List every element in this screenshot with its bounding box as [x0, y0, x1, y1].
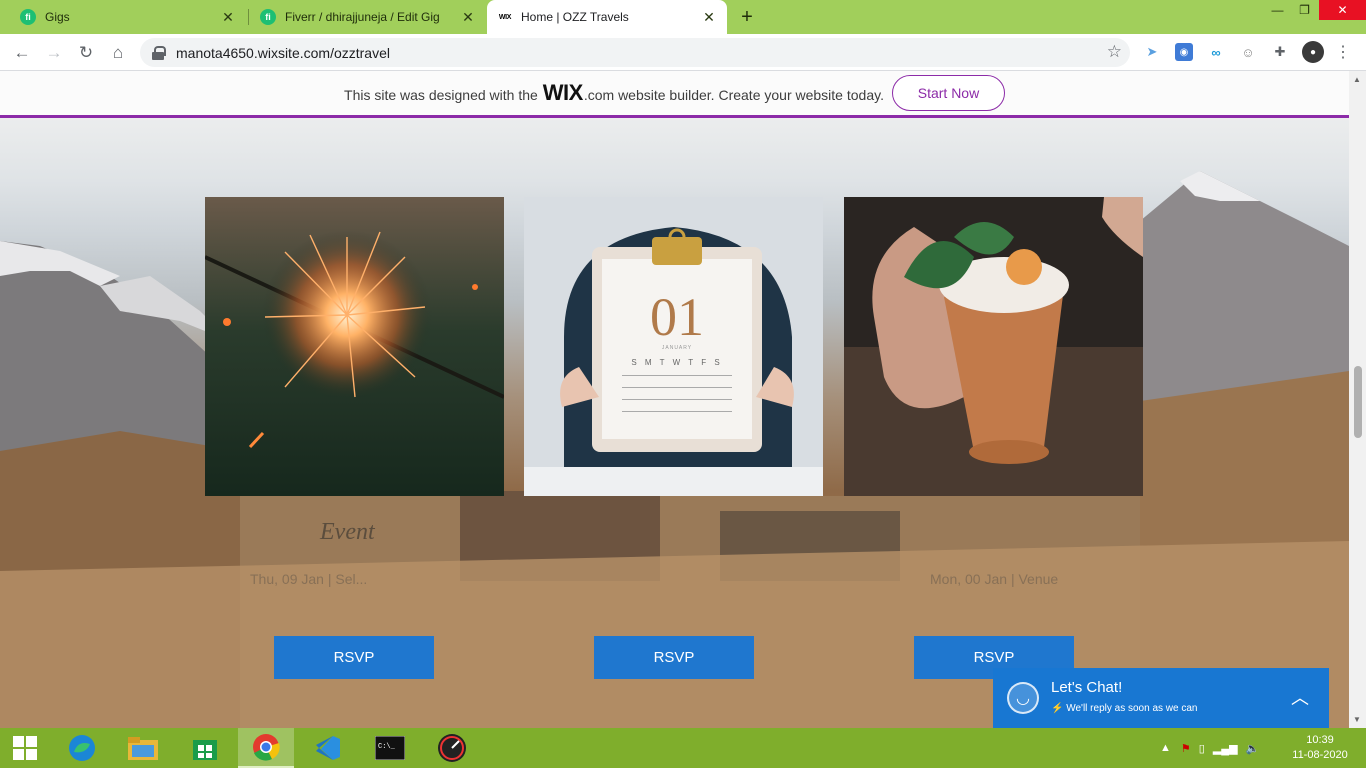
file-explorer-icon[interactable] [115, 728, 171, 768]
wpm-icon[interactable] [424, 728, 480, 768]
svg-text:C:\_: C:\_ [378, 743, 396, 751]
new-tab-button[interactable]: + [736, 6, 758, 28]
close-icon[interactable]: ✕ [701, 9, 717, 25]
clock-date: 11-08-2020 [1292, 749, 1348, 761]
event-image-sparkler[interactable] [205, 197, 504, 496]
chrome-icon[interactable] [238, 728, 294, 768]
calendar-photo: 01 JANUARY S M T W T F S [524, 197, 823, 496]
event-date: Thu, 09 Jan | Sel... [250, 571, 368, 587]
wix-promo-banner: This site was designed with the WIX .com… [0, 71, 1349, 118]
tab-fiverr-edit-gig[interactable]: fi Fiverr / dhirajjuneja / Edit Gig ✕ [250, 0, 486, 34]
cocktail-photo [844, 197, 1143, 496]
chevron-up-icon[interactable]: ︿ [1291, 684, 1309, 710]
signal-icon[interactable]: ▂▄▆ [1213, 742, 1238, 755]
scrollbar-thumb[interactable] [1354, 366, 1362, 438]
chat-subtitle: ⚡ We'll reply as soon as we can [1051, 703, 1197, 714]
address-bar[interactable]: manota4650.wixsite.com/ozztravel ☆ [140, 38, 1130, 67]
extensions-puzzle-icon[interactable]: ✚ [1271, 43, 1289, 61]
event-date: Mon, 00 Jan | Venue [930, 571, 1059, 587]
minimize-button[interactable]: — [1264, 0, 1291, 20]
store-icon[interactable] [177, 728, 233, 768]
reload-icon[interactable]: ↻ [74, 41, 98, 65]
send-extension-icon[interactable]: ➤ [1143, 43, 1161, 61]
browser-toolbar: ← → ↻ ⌂ manota4650.wixsite.com/ozztravel… [0, 34, 1366, 71]
start-now-button[interactable]: Start Now [891, 75, 1005, 111]
wix-promo-text-before: This site was designed with the [344, 87, 538, 103]
face-extension-icon[interactable]: ☺ [1239, 43, 1257, 61]
windows-start-icon[interactable] [0, 728, 50, 768]
scroll-up-arrow-icon[interactable]: ▲ [1353, 75, 1361, 84]
volume-icon[interactable]: 🔈 [1246, 742, 1260, 755]
close-icon[interactable]: ✕ [220, 9, 236, 25]
infinity-extension-icon[interactable]: ∞ [1207, 43, 1225, 61]
taskbar-clock[interactable]: 10:39 11-08-2020 [1290, 733, 1350, 763]
calendar-month: JANUARY [662, 345, 692, 351]
camera-extension-icon[interactable]: ◉ [1175, 43, 1193, 61]
network-error-icon[interactable]: ⚑ [1181, 742, 1191, 755]
menu-kebab-icon[interactable]: ⋮ [1334, 43, 1352, 61]
tab-label: Home | OZZ Travels [521, 10, 629, 24]
edge-icon[interactable] [54, 728, 110, 768]
wix-logo: WIX [542, 80, 584, 105]
tab-strip: fi Gigs ✕ fi Fiverr / dhirajjuneja / Edi… [0, 0, 1366, 34]
tab-divider [248, 9, 249, 25]
restore-button[interactable]: ❐ [1291, 0, 1318, 20]
window-close-button[interactable]: ✕ [1319, 0, 1366, 20]
scroll-down-arrow-icon[interactable]: ▼ [1353, 715, 1361, 724]
cmd-icon[interactable]: C:\_ [362, 728, 418, 768]
lock-icon [152, 45, 166, 60]
rsvp-button[interactable]: RSVP [594, 636, 754, 679]
rsvp-button[interactable]: RSVP [274, 636, 434, 679]
lightning-icon: ⚡ [1051, 703, 1067, 714]
back-arrow-icon[interactable]: ← [10, 41, 34, 65]
chat-widget[interactable]: ◡ Let's Chat! ⚡ We'll reply as soon as w… [993, 668, 1329, 728]
vscode-icon[interactable] [300, 728, 356, 768]
fiverr-icon: fi [20, 9, 36, 25]
url-text: manota4650.wixsite.com/ozztravel [176, 44, 390, 61]
page-viewport: This site was designed with the WIX .com… [0, 71, 1349, 728]
wix-promo-text-after: .com website builder. Create your websit… [583, 87, 884, 103]
event-title: Event [320, 519, 375, 545]
tab-gigs[interactable]: fi Gigs ✕ [10, 0, 246, 34]
sparkler-photo [205, 197, 504, 496]
chat-title: Let's Chat! [1051, 679, 1123, 696]
event-image-calendar[interactable]: 01 JANUARY S M T W T F S [524, 197, 823, 496]
chat-subtitle-text: We'll reply as soon as we can [1066, 703, 1198, 714]
system-tray: ▲ ⚑ ▯ ▂▄▆ 🔈 [1160, 728, 1259, 768]
tab-label: Gigs [45, 10, 70, 24]
tab-ozz-travels[interactable]: WIX Home | OZZ Travels ✕ [487, 0, 727, 34]
forward-arrow-icon[interactable]: → [42, 41, 66, 65]
tray-expand-icon[interactable]: ▲ [1160, 742, 1171, 754]
calendar-day-number: 01 [650, 287, 704, 347]
close-icon[interactable]: ✕ [460, 9, 476, 25]
page-scrollbar[interactable]: ▲ ▼ [1349, 71, 1366, 728]
home-icon[interactable]: ⌂ [106, 41, 130, 65]
profile-avatar[interactable]: ● [1302, 41, 1324, 63]
windows-taskbar: C:\_ ▲ ⚑ ▯ ▂▄▆ 🔈 10:39 11-08-2020 [0, 728, 1366, 768]
bookmark-star-icon[interactable]: ☆ [1107, 42, 1122, 62]
wix-icon: WIX [498, 13, 512, 21]
calendar-weekdays: S M T W T F S [631, 358, 722, 367]
tab-label: Fiverr / dhirajjuneja / Edit Gig [285, 10, 440, 24]
fiverr-icon: fi [260, 9, 276, 25]
smiley-icon: ◡ [1007, 682, 1039, 714]
wix-promo-message: This site was designed with the WIX .com… [344, 80, 884, 106]
clock-time: 10:39 [1306, 734, 1334, 746]
battery-icon[interactable]: ▯ [1199, 742, 1205, 755]
event-image-cocktail[interactable] [844, 197, 1143, 496]
